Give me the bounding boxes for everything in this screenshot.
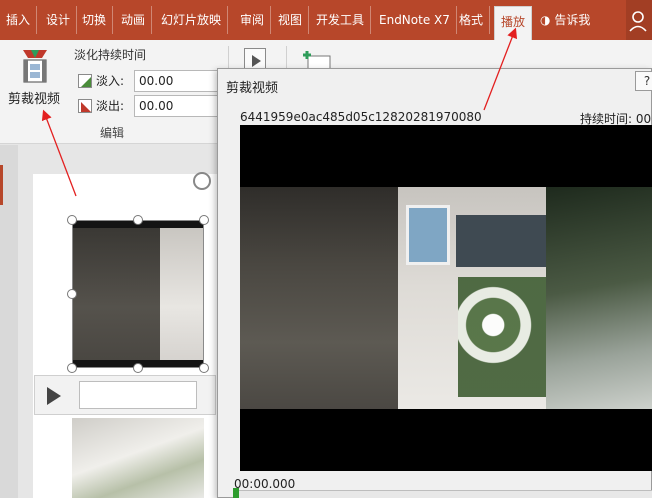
slide-image: [72, 418, 204, 498]
fade-duration-title: 淡化持续时间: [74, 48, 147, 62]
user-icon[interactable]: [626, 0, 652, 40]
resize-handle[interactable]: [133, 215, 143, 225]
resize-handle[interactable]: [67, 289, 77, 299]
tab-slideshow[interactable]: 幻灯片放映: [155, 6, 229, 34]
tab-view[interactable]: 视图: [272, 6, 310, 34]
preview-frame-left: [240, 187, 398, 409]
device: [456, 215, 546, 267]
start-trim-marker[interactable]: [233, 488, 239, 498]
film-trim-icon: [18, 48, 52, 86]
tell-me-search[interactable]: ◑ 告诉我: [540, 6, 590, 34]
preview-frame-right: [546, 187, 652, 409]
ribbon-tab-bar: 插入 设计 切换 动画 幻灯片放映 审阅 视图 开发工具 EndNote X7 …: [0, 0, 652, 40]
tell-me-label: 告诉我: [554, 13, 591, 27]
video-selection-box: [72, 220, 204, 368]
tab-playback[interactable]: 播放: [494, 6, 533, 40]
trim-video-label: 剪裁视频: [8, 92, 61, 107]
video-filename: 6441959e0ac485d05c12820281970080: [240, 110, 482, 124]
fade-in-label: 淡入:: [96, 74, 125, 88]
resize-handle[interactable]: [199, 215, 209, 225]
fade-out-label: 淡出:: [96, 99, 125, 113]
video-control-bar: [34, 375, 216, 415]
rotate-handle-icon[interactable]: [193, 172, 211, 190]
resize-handle[interactable]: [199, 363, 209, 373]
trim-video-dialog: 剪裁视频 ? 6441959e0ac485d05c12820281970080 …: [217, 68, 652, 498]
tab-developer[interactable]: 开发工具: [310, 6, 372, 34]
fade-in-input[interactable]: 00.00: [134, 70, 218, 92]
flowers: [458, 277, 546, 397]
tab-animations[interactable]: 动画: [115, 6, 153, 34]
trim-timeline[interactable]: [233, 490, 652, 498]
resize-handle[interactable]: [67, 363, 77, 373]
play-icon[interactable]: [47, 387, 61, 405]
fade-out-input[interactable]: 00.00: [134, 95, 218, 117]
trim-video-button[interactable]: 剪裁视频: [4, 44, 66, 140]
tab-design[interactable]: 设计: [40, 6, 78, 34]
dialog-title: 剪裁视频: [226, 81, 279, 96]
tab-format[interactable]: 格式: [453, 6, 491, 34]
current-slide-marker: [0, 165, 3, 205]
video-progress-track[interactable]: [79, 381, 197, 409]
fade-out-icon: [78, 99, 92, 113]
slide-thumbnail-strip: [0, 145, 18, 498]
current-time: 00:00.000: [234, 477, 296, 491]
resize-handle[interactable]: [67, 215, 77, 225]
photo-frame: [406, 205, 450, 265]
tab-endnote[interactable]: EndNote X7: [373, 6, 457, 34]
video-preview: [240, 125, 652, 471]
resize-handle[interactable]: [133, 363, 143, 373]
lightbulb-icon: ◑: [540, 13, 551, 27]
fade-in-icon: [78, 74, 92, 88]
tab-transitions[interactable]: 切换: [76, 6, 114, 34]
tab-review[interactable]: 审阅: [234, 6, 272, 34]
edit-group-label: 编辑: [100, 126, 125, 140]
preview-frame-center: [398, 187, 546, 409]
tab-insert[interactable]: 插入: [0, 6, 38, 34]
help-button[interactable]: ?: [635, 71, 652, 91]
